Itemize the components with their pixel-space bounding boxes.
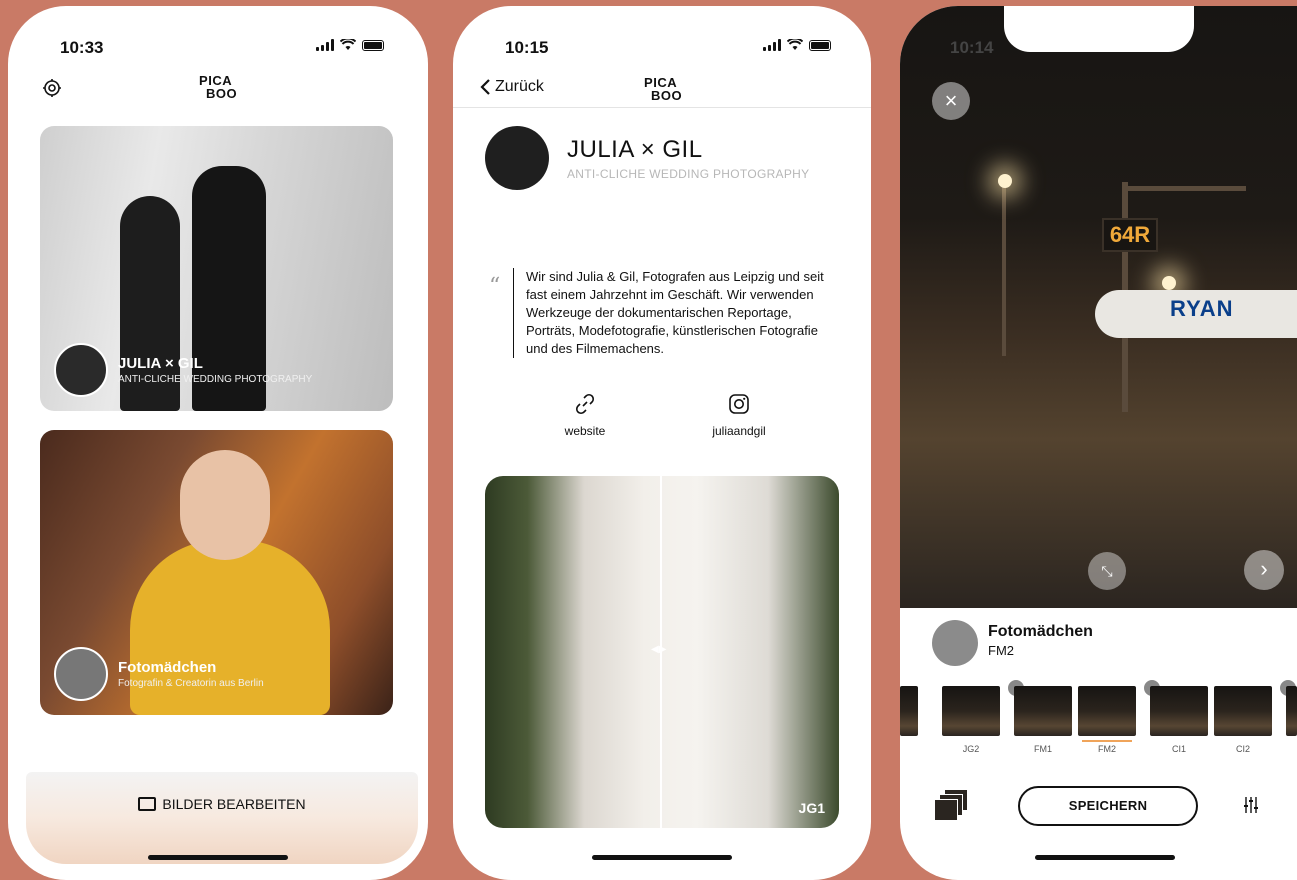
app-logo: PICA BOO [639, 76, 682, 102]
sliders-icon[interactable] [1243, 796, 1259, 814]
lamp-light [998, 174, 1012, 188]
logo-line-2: BOO [651, 88, 683, 103]
drag-handle-icon[interactable]: ◀▶ [651, 644, 666, 655]
back-button[interactable]: Zurück [479, 78, 544, 96]
wifi-icon [787, 39, 803, 50]
link-label: juliaandgil [712, 424, 766, 438]
profile-bio: Wir sind Julia & Gil, Fotografen aus Lei… [513, 268, 843, 358]
gallery-icon[interactable] [934, 789, 968, 823]
profile-avatar [485, 126, 549, 190]
active-filter-indicator [1082, 740, 1132, 742]
filter-label: CI2 [1235, 744, 1250, 754]
card-title: JULIA × GIL [118, 355, 203, 372]
avatar [54, 343, 108, 397]
notch [1003, 6, 1194, 52]
filter-thumbnail-ci2[interactable] [1214, 686, 1272, 736]
filter-label: FM1 [1034, 744, 1052, 754]
close-button[interactable]: × [932, 82, 970, 120]
filter-thumbnail-fm1[interactable] [1014, 686, 1072, 736]
battery-icon [362, 39, 384, 51]
home-indicator [592, 855, 732, 860]
logo-line-2: BOO [206, 86, 238, 101]
filter-thumbnail[interactable] [1286, 686, 1297, 736]
creator-preset: FM2 [988, 643, 1014, 658]
phone-screen-profile: 10:15 Zurück PICA BOO JULIA × GIL ANTI-C… [453, 6, 871, 880]
sign-arm [1126, 186, 1246, 191]
instagram-icon [729, 394, 749, 414]
edit-images-button[interactable]: BILDER BEARBEITEN [26, 772, 418, 864]
gallery-icon [138, 797, 157, 811]
card-meta: JULIA × GIL ANTI-CLICHE WEDDING PHOTOGRA… [54, 343, 312, 397]
card-subtitle: ANTI-CLICHE WEDDING PHOTOGRAPHY [118, 374, 313, 385]
battery-icon [809, 39, 831, 51]
home-indicator [1035, 855, 1175, 860]
edit-images-label: BILDER BEARBEITEN [162, 796, 306, 812]
wifi-icon [340, 39, 356, 50]
app-logo: PICA BOO [194, 74, 237, 100]
status-time: 10:15 [505, 38, 549, 57]
link-icon [575, 393, 595, 415]
status-icons [763, 39, 831, 51]
filter-thumbnail-jg2[interactable] [942, 686, 1000, 736]
phone-screen-home: 10:33 PICA BOO JULIA × GIL ANTI-CLICHE W… [8, 6, 428, 880]
lamp-post [1002, 186, 1006, 356]
filter-thumbnail-fm2[interactable] [1078, 686, 1136, 736]
signal-icon [316, 39, 334, 51]
link-label: website [564, 424, 606, 438]
signal-icon [763, 39, 781, 51]
filter-label: CI1 [1171, 744, 1186, 754]
card-subtitle: Fotografin & Creatorin aus Berlin [118, 678, 264, 689]
save-button[interactable]: SPEICHERN [1018, 786, 1198, 826]
home-indicator [148, 855, 288, 860]
quote-icon: “ [489, 274, 501, 299]
profile-subtitle: ANTI-CLICHE WEDDING PHOTOGRAPHY [567, 167, 810, 181]
status-time: 10:14 [950, 38, 994, 57]
notch [567, 6, 757, 52]
chevron-left-icon [480, 79, 490, 95]
navigation-bar: Zurück PICA BOO [453, 66, 871, 108]
filter-thumbnail-ci1[interactable] [1150, 686, 1208, 736]
before-after-comparison[interactable]: ◀▶ JG1 [485, 476, 839, 828]
filter-label: FM2 [1098, 744, 1116, 754]
filter-thumbnail[interactable] [900, 686, 918, 736]
status-icons [316, 39, 384, 51]
airplane-livery: RYAN [1170, 296, 1234, 321]
filter-strip[interactable]: JG2 FM1 FM2 CI1 CI2 [900, 678, 1297, 754]
back-label: Zurück [495, 78, 544, 95]
creator-card-julia-gil[interactable]: JULIA × GIL ANTI-CLICHE WEDDING PHOTOGRA… [40, 126, 393, 411]
notch [123, 6, 313, 52]
lamp-light [1162, 276, 1176, 290]
card-meta: Fotomädchen Fotografin & Creatorin aus B… [54, 647, 264, 701]
card-title: Fotomädchen [118, 659, 217, 676]
filter-label: JG2 [962, 744, 980, 754]
phone-screen-editor: RYAN 64R 10:14 × ⤡ › Fotomädchen FM2 JG2… [900, 6, 1297, 880]
settings-icon[interactable] [42, 78, 62, 98]
preset-label: JG1 [798, 800, 825, 816]
creator-avatar [932, 620, 978, 666]
creator-name: Fotomädchen [988, 623, 1093, 640]
instagram-link[interactable]: juliaandgil [679, 392, 799, 438]
status-time: 10:33 [60, 38, 104, 57]
creator-card-fotomaedchen[interactable]: Fotomädchen Fotografin & Creatorin aus B… [40, 430, 393, 715]
avatar [54, 647, 108, 701]
next-image-button[interactable]: › [1244, 550, 1284, 590]
expand-button[interactable]: ⤡ [1088, 552, 1126, 590]
gate-sign: 64R [1102, 218, 1158, 252]
photo-face [180, 450, 270, 560]
profile-name: JULIA × GIL [567, 136, 703, 163]
website-link[interactable]: website [525, 392, 645, 438]
